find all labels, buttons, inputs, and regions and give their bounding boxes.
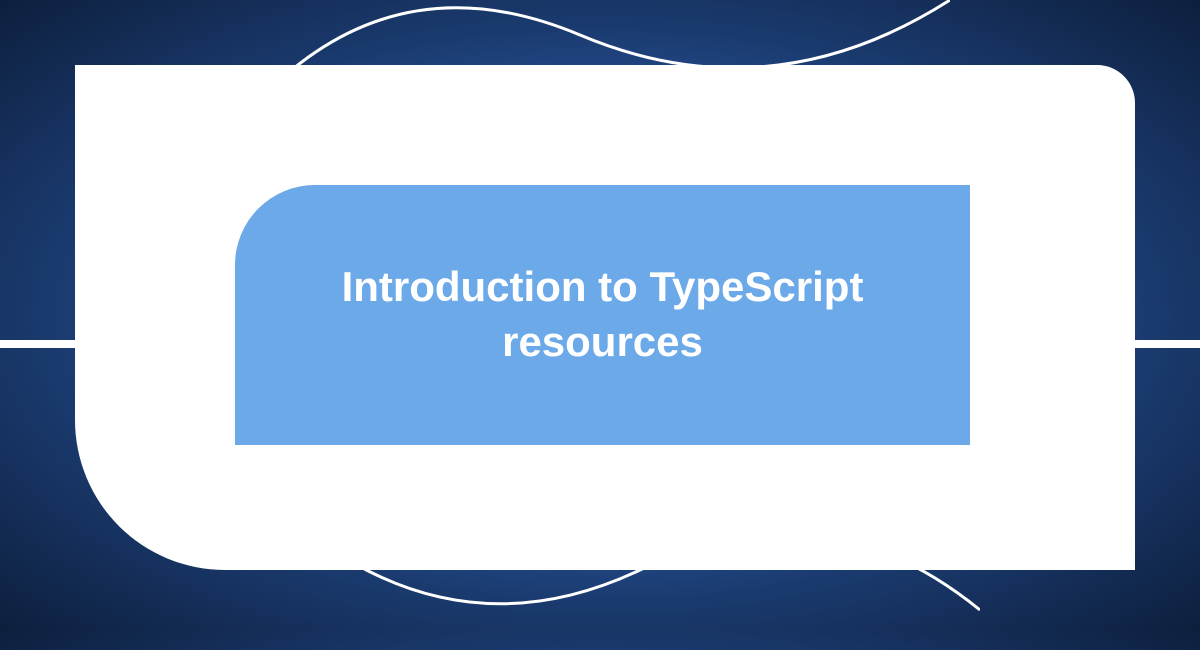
title-card: Introduction to TypeScript resources (235, 185, 970, 445)
card-title: Introduction to TypeScript resources (285, 260, 920, 369)
